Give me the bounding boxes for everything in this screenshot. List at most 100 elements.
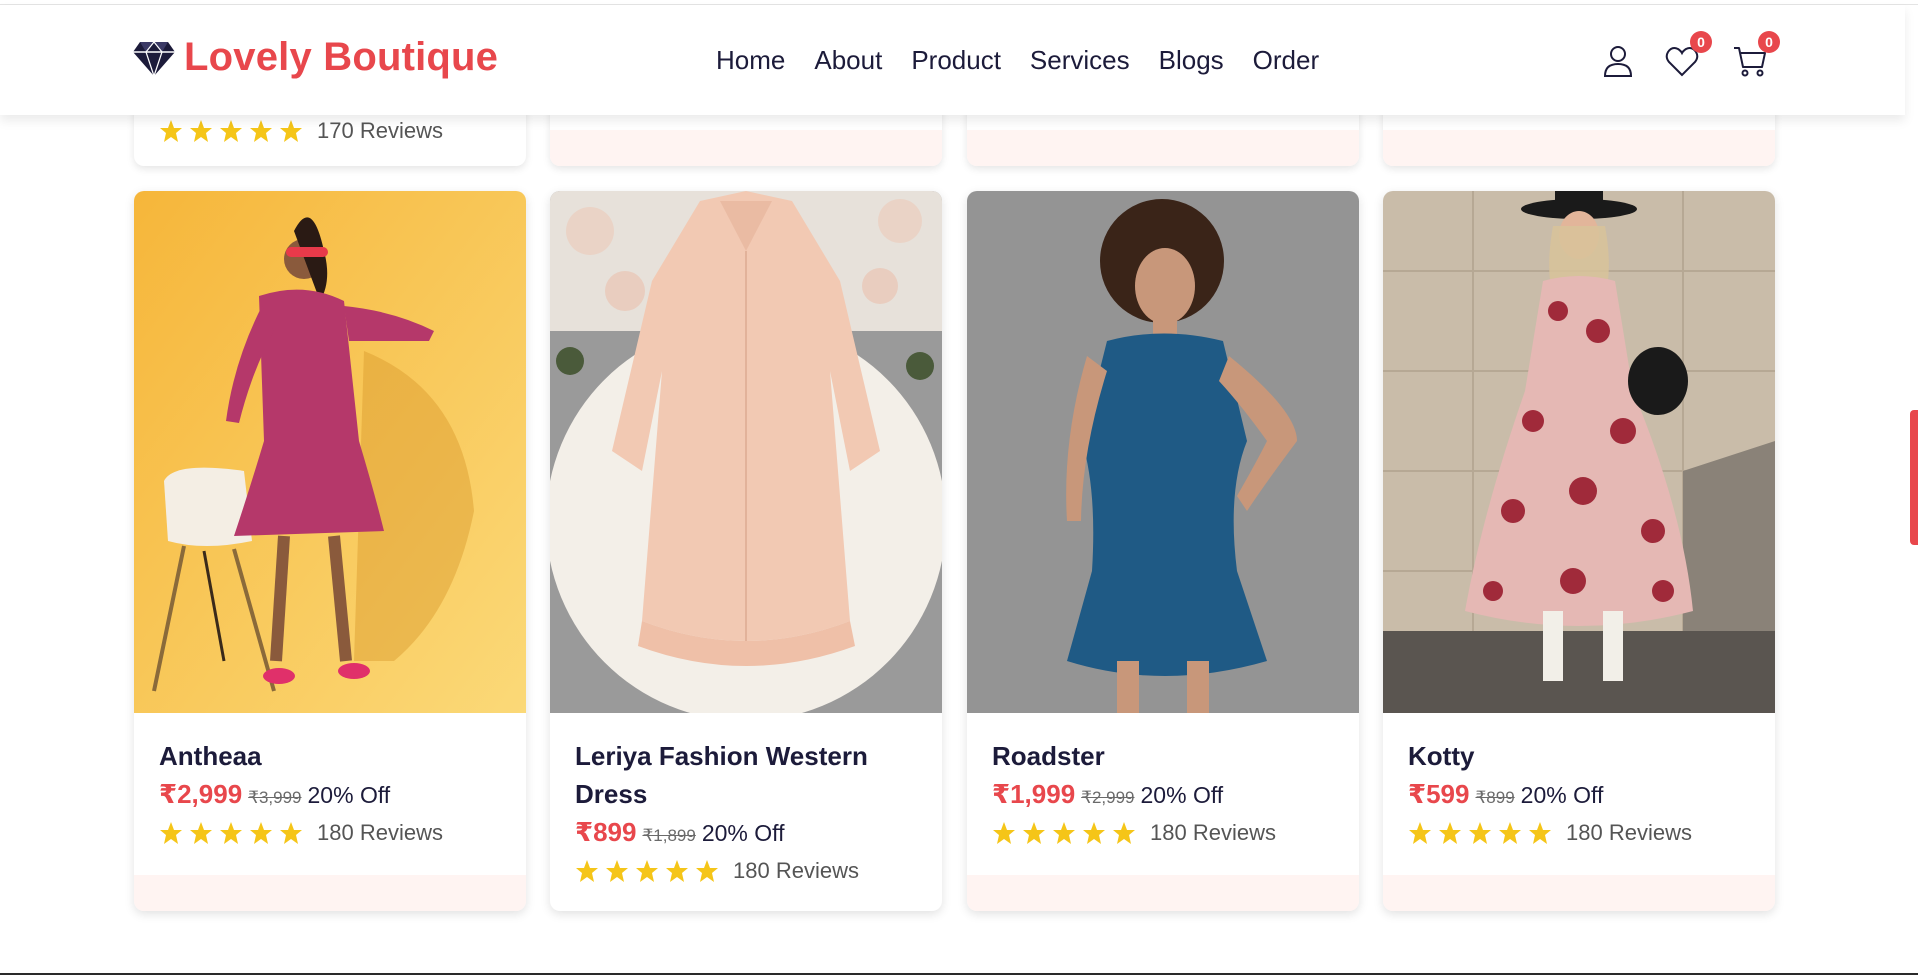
product-title[interactable]: Kotty [1408,737,1758,775]
star-icon [993,822,1015,844]
card-footer-strip [1383,875,1775,911]
nav-about[interactable]: About [814,45,882,76]
star-icon [1409,822,1431,844]
header-actions: 0 0 [1600,31,1780,87]
cart-button[interactable]: 0 [1732,31,1780,79]
site-header: Lovely Boutique Home About Product Servi… [0,5,1905,115]
discount-label: 20% Off [1520,782,1604,808]
current-price: ₹2,999 [159,779,243,809]
star-icon [666,860,688,882]
wishlist-count-badge: 0 [1690,31,1712,53]
discount-label: 20% Off [701,820,785,846]
star-icon [220,822,242,844]
star-icon [1529,822,1551,844]
nav-order[interactable]: Order [1253,45,1319,76]
star-icon [220,120,242,142]
original-price: ₹3,999 [248,788,302,807]
star-icon [250,822,272,844]
star-icon [160,822,182,844]
main-nav: Home About Product Services Blogs Order [716,45,1319,76]
star-icon [1083,822,1105,844]
product-card-antheaa[interactable]: Antheaa ₹2,999 ₹3,999 20% Off 180 Review… [134,191,526,911]
star-icon [1499,822,1521,844]
star-icon [576,860,598,882]
star-icon [636,860,658,882]
product-image[interactable] [1383,191,1775,713]
star-icon [1469,822,1491,844]
star-rating [992,821,1136,845]
account-button[interactable] [1600,43,1636,79]
diamond-icon [133,41,175,76]
product-image[interactable] [550,191,942,713]
nav-blogs[interactable]: Blogs [1159,45,1224,76]
review-count: 180 Reviews [1150,820,1276,845]
product-photo [134,191,526,713]
current-price: ₹1,999 [992,779,1076,809]
product-title[interactable]: Leriya Fashion Western Dress [575,737,925,813]
price-row: ₹599 ₹899 20% Off [1408,779,1758,810]
star-icon [190,120,212,142]
product-photo [967,191,1359,713]
discount-label: 20% Off [1140,782,1224,808]
card-footer-strip [1383,130,1775,166]
nav-product[interactable]: Product [911,45,1001,76]
card-body: Kotty ₹599 ₹899 20% Off 180 Reviews [1408,737,1758,846]
rating-row: 180 Reviews [1408,820,1758,846]
original-price: ₹2,999 [1081,788,1135,807]
product-card-kotty[interactable]: Kotty ₹599 ₹899 20% Off 180 Reviews [1383,191,1775,911]
rating-row: 180 Reviews [575,858,925,884]
star-icon [280,822,302,844]
current-price: ₹899 [575,817,637,847]
user-icon [1603,46,1633,77]
brand-logo[interactable]: Lovely Boutique [132,35,498,80]
wishlist-button[interactable]: 0 [1664,31,1712,79]
star-icon [1023,822,1045,844]
star-rating [575,859,719,883]
product-title[interactable]: Antheaa [159,737,509,775]
star-icon [280,120,302,142]
nav-home[interactable]: Home [716,45,785,76]
product-photo [1383,191,1775,713]
review-count: 180 Reviews [733,858,859,883]
product-title[interactable]: Roadster [992,737,1342,775]
rating-row: 180 Reviews [992,820,1342,846]
star-icon [250,120,272,142]
nav-services[interactable]: Services [1030,45,1130,76]
product-image[interactable] [134,191,526,713]
star-rating [159,119,303,143]
review-count: 180 Reviews [1566,820,1692,845]
price-row: ₹899 ₹1,899 20% Off [575,817,925,848]
card-body: Antheaa ₹2,999 ₹3,999 20% Off 180 Review… [159,737,509,846]
product-card-roadster[interactable]: Roadster ₹1,999 ₹2,999 20% Off 180 Revie… [967,191,1359,911]
price-row: ₹1,999 ₹2,999 20% Off [992,779,1342,810]
product-card-leriya[interactable]: Leriya Fashion Western Dress ₹899 ₹1,899… [550,191,942,911]
brand-name: Lovely Boutique [184,35,499,79]
current-price: ₹599 [1408,779,1470,809]
card-footer-strip [134,875,526,911]
card-footer-strip [550,130,942,166]
star-icon [1053,822,1075,844]
star-icon [606,860,628,882]
card-footer-strip [967,130,1359,166]
star-icon [190,822,212,844]
star-icon [1113,822,1135,844]
star-icon [1439,822,1461,844]
star-rating [159,821,303,845]
star-icon [696,860,718,882]
review-count: 170 Reviews [317,118,443,143]
product-image[interactable] [967,191,1359,713]
rating-row: 170 Reviews [159,118,443,144]
product-photo [550,191,942,713]
price-row: ₹2,999 ₹3,999 20% Off [159,779,509,810]
card-body: Roadster ₹1,999 ₹2,999 20% Off 180 Revie… [992,737,1342,846]
scroll-to-top-tab[interactable] [1910,410,1918,545]
star-rating [1408,821,1552,845]
card-body: Leriya Fashion Western Dress ₹899 ₹1,899… [575,737,925,884]
rating-row: 180 Reviews [159,820,509,846]
review-count: 180 Reviews [317,820,443,845]
original-price: ₹899 [1475,788,1515,807]
star-icon [160,120,182,142]
discount-label: 20% Off [307,782,391,808]
card-footer-strip [967,875,1359,911]
cart-count-badge: 0 [1758,31,1780,53]
